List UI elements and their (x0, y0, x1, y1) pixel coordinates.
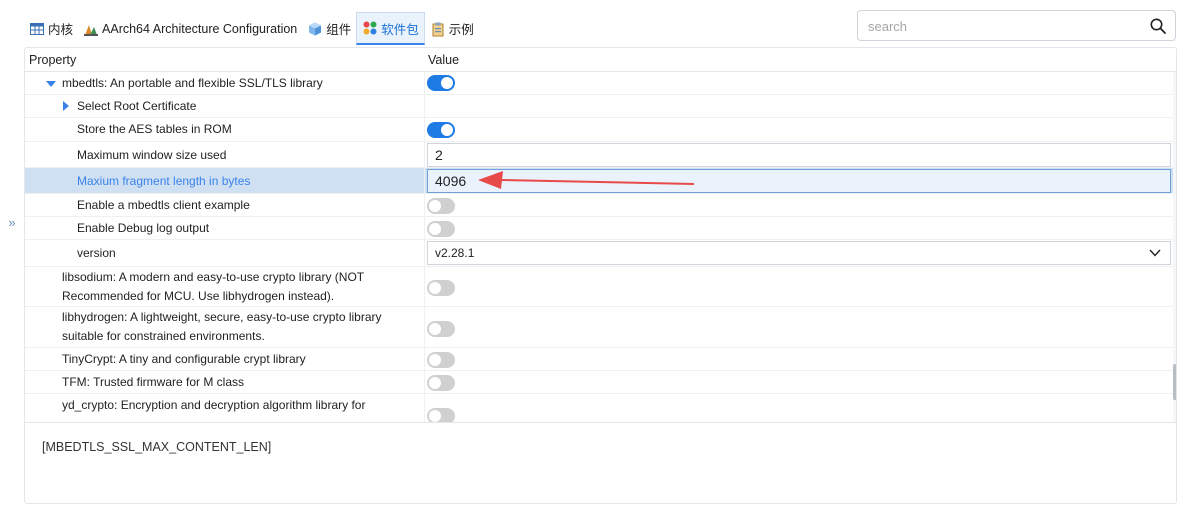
toggle-switch[interactable] (427, 280, 455, 296)
toggle-switch[interactable] (427, 75, 455, 91)
search-icon[interactable] (1149, 17, 1167, 35)
table-row[interactable]: version v2.28.1 (25, 240, 1173, 267)
tab-bar: 内核 AArch64 Architecture Configuration 组件… (24, 12, 479, 45)
tab-label: AArch64 Architecture Configuration (102, 21, 298, 36)
property-label-line-2: suitable for constrained environments. (62, 329, 265, 343)
toggle-switch[interactable] (427, 122, 455, 138)
description-text: [MBEDTLS_SSL_MAX_CONTENT_LEN] (42, 440, 272, 454)
property-label: TinyCrypt: A tiny and configurable crypt… (62, 352, 306, 366)
toggle-switch[interactable] (427, 352, 455, 368)
select-value: v2.28.1 (435, 246, 475, 260)
description-panel: [MBEDTLS_SSL_MAX_CONTENT_LEN] (25, 422, 1176, 503)
value-input[interactable]: 2 (427, 143, 1171, 167)
scrollbar-thumb[interactable] (1173, 364, 1176, 400)
table-row[interactable]: TFM: Trusted firmware for M class (25, 371, 1173, 394)
version-select[interactable]: v2.28.1 (427, 241, 1171, 265)
table-row[interactable]: Enable a mbedtls client example (25, 194, 1173, 217)
property-cell: TinyCrypt: A tiny and configurable crypt… (25, 348, 425, 370)
toggle-switch[interactable] (427, 375, 455, 391)
property-cell: libsodium: A modern and easy-to-use cryp… (25, 267, 425, 306)
tab-examples[interactable]: 示例 (425, 12, 479, 45)
search-box (857, 10, 1176, 41)
property-cell: Maxium fragment length in bytes (25, 168, 425, 193)
table-row[interactable]: Maximum window size used 2 (25, 142, 1173, 168)
table-row-selected[interactable]: Maxium fragment length in bytes 4096 (25, 168, 1173, 194)
property-label: Store the AES tables in ROM (77, 122, 232, 136)
cube-icon (309, 22, 322, 35)
packages-icon (363, 21, 377, 35)
property-cell: libhydrogen: A lightweight, secure, easy… (25, 307, 425, 347)
property-panel: Property Value mbedtls: An portable and … (24, 47, 1177, 504)
table-header: Property Value (25, 48, 1176, 72)
property-cell: version (25, 240, 425, 266)
tab-label: 软件包 (381, 22, 419, 37)
chevron-down-icon (1149, 249, 1161, 257)
value-input[interactable]: 4096 (427, 169, 1171, 193)
property-cell: Enable a mbedtls client example (25, 194, 425, 216)
property-label-line-1: libhydrogen: A lightweight, secure, easy… (62, 310, 382, 324)
property-label: Enable a mbedtls client example (77, 198, 250, 212)
search-input[interactable] (868, 17, 1138, 35)
property-cell: mbedtls: An portable and flexible SSL/TL… (25, 72, 425, 94)
property-cell: Store the AES tables in ROM (25, 118, 425, 141)
property-cell: Enable Debug log output (25, 217, 425, 239)
tab-kernel[interactable]: 内核 (24, 12, 78, 45)
tab-packages[interactable]: 软件包 (356, 12, 425, 45)
toggle-switch[interactable] (427, 221, 455, 237)
property-cell: yd_crypto: Encryption and decryption alg… (25, 394, 425, 422)
property-label: Enable Debug log output (77, 221, 210, 235)
tab-label: 内核 (48, 23, 74, 37)
property-label: mbedtls: An portable and flexible SSL/TL… (62, 76, 323, 90)
toggle-switch[interactable] (427, 321, 455, 337)
property-cell: Select Root Certificate (25, 95, 425, 117)
table-row[interactable]: libsodium: A modern and easy-to-use cryp… (25, 267, 1173, 307)
tab-aarch64-architecture-configuration[interactable]: AArch64 Architecture Configuration (78, 12, 302, 45)
table-row[interactable]: mbedtls: An portable and flexible SSL/TL… (25, 72, 1173, 95)
table-row[interactable]: Enable Debug log output (25, 217, 1173, 240)
toggle-switch[interactable] (427, 408, 455, 422)
toggle-switch[interactable] (427, 198, 455, 214)
property-label-line-1: libsodium: A modern and easy-to-use cryp… (62, 270, 365, 284)
tab-label: 示例 (448, 23, 474, 37)
property-label: TFM: Trusted firmware for M class (62, 375, 245, 389)
architecture-icon (84, 24, 99, 36)
property-cell: TFM: Trusted firmware for M class (25, 371, 425, 393)
collapse-triangle-icon[interactable] (46, 81, 56, 87)
property-label: yd_crypto: Encryption and decryption alg… (62, 398, 366, 412)
table-row[interactable]: libhydrogen: A lightweight, secure, easy… (25, 307, 1173, 348)
example-icon (432, 22, 444, 36)
value-column-header: Value (428, 53, 460, 67)
property-label: Maximum window size used (77, 148, 227, 162)
property-column-header: Property (29, 53, 77, 67)
property-cell: Maximum window size used (25, 142, 425, 167)
property-label-line-2: Recommended for MCU. Use libhydrogen ins… (62, 289, 335, 303)
table-icon (30, 22, 44, 35)
expand-sidebar-icon[interactable]: » (4, 214, 20, 232)
property-label: version (77, 246, 116, 260)
expand-triangle-icon[interactable] (63, 101, 69, 111)
table-row[interactable]: yd_crypto: Encryption and decryption alg… (25, 394, 1173, 422)
table-row[interactable]: TinyCrypt: A tiny and configurable crypt… (25, 348, 1173, 371)
property-label: Maxium fragment length in bytes (77, 174, 251, 188)
property-rows: mbedtls: An portable and flexible SSL/TL… (25, 72, 1173, 422)
table-row[interactable]: Store the AES tables in ROM (25, 118, 1173, 142)
table-row[interactable]: Select Root Certificate (25, 95, 1173, 118)
property-label: Select Root Certificate (77, 99, 197, 113)
tab-label: 组件 (326, 23, 352, 37)
tab-components[interactable]: 组件 (302, 12, 356, 45)
